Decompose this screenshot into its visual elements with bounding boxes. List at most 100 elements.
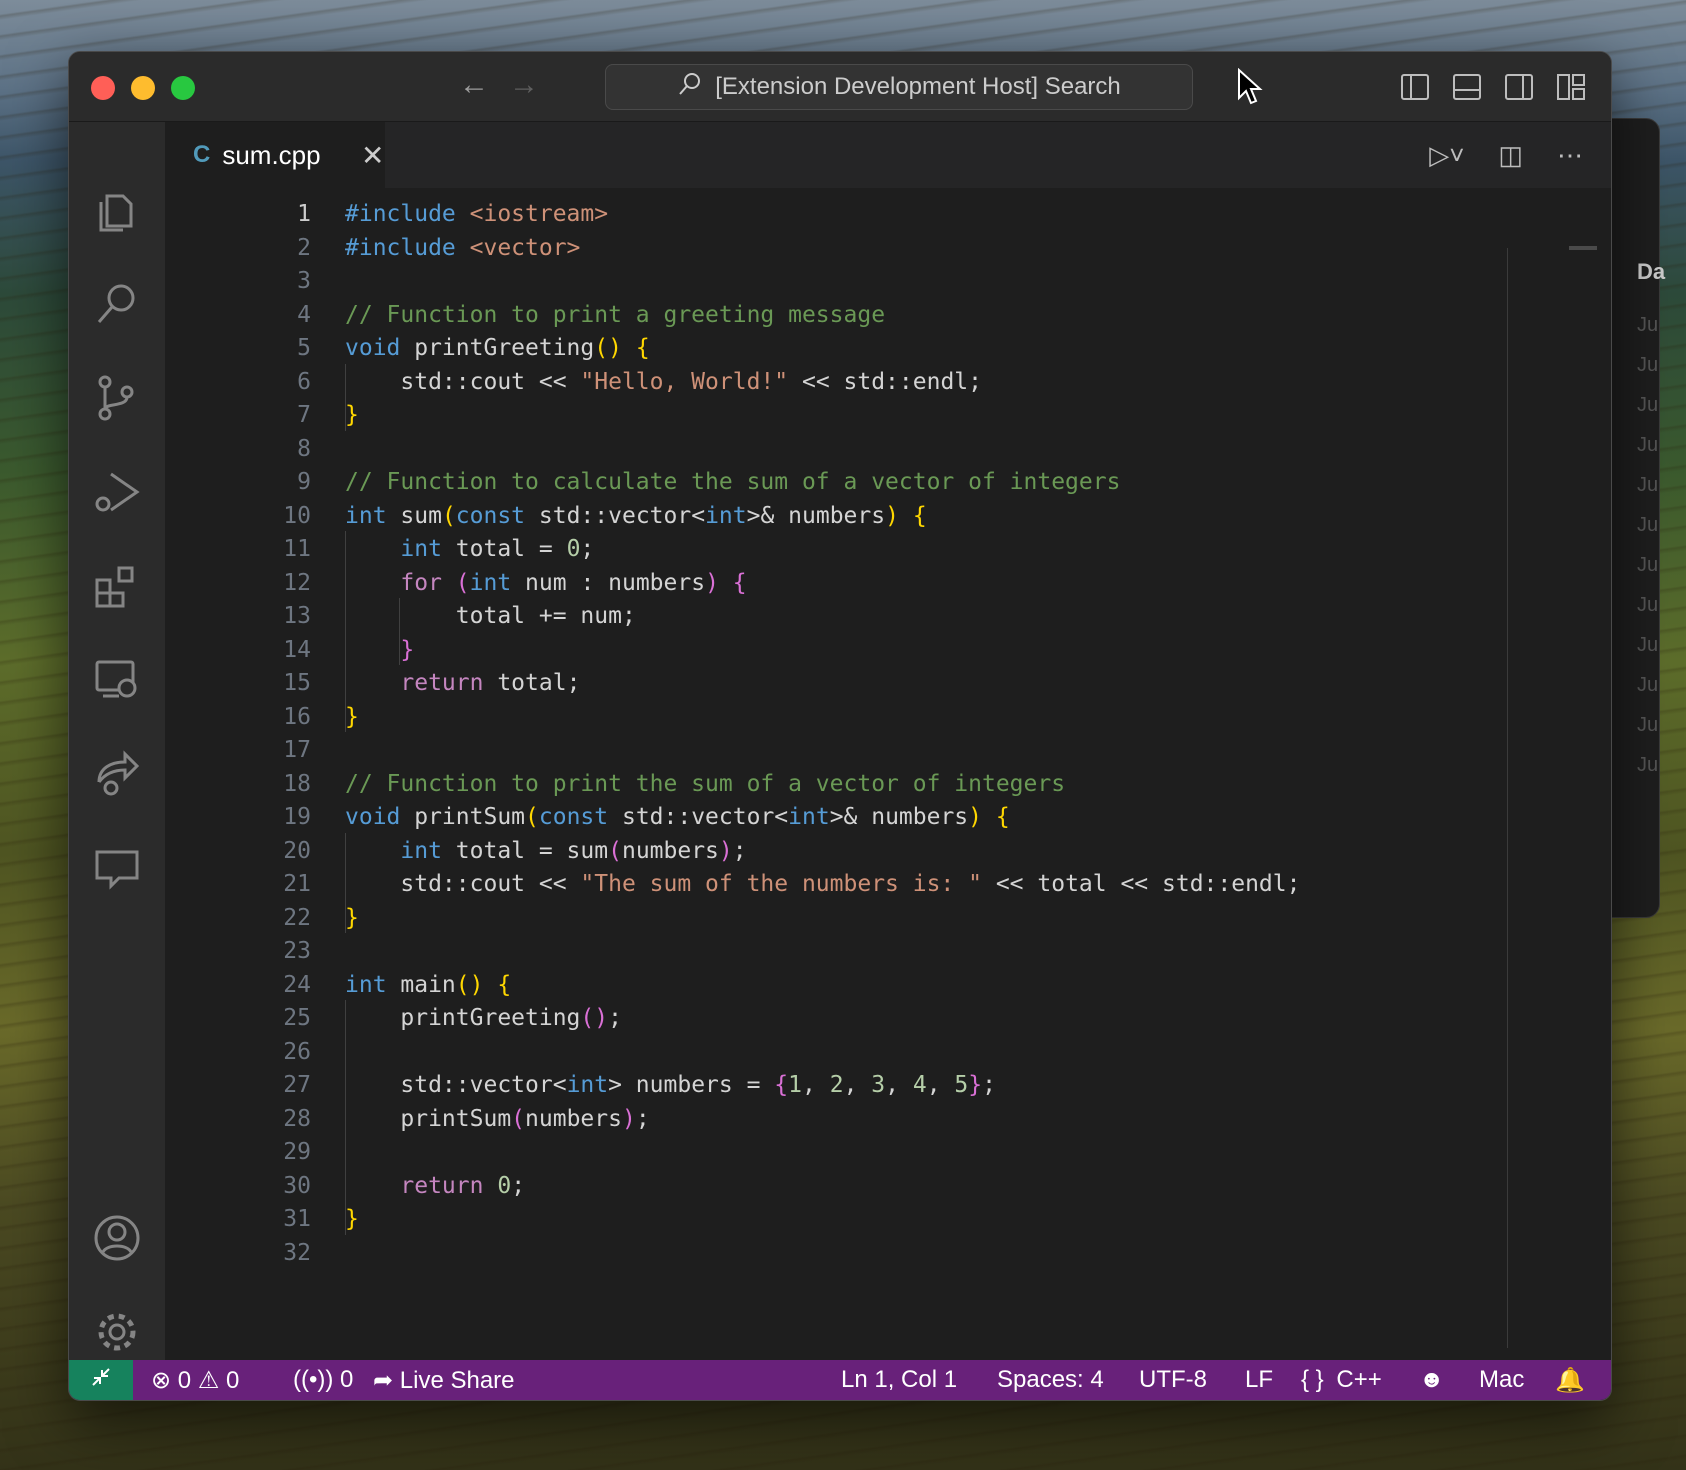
minimize-window-button[interactable] <box>131 76 155 100</box>
indent-guide <box>345 832 346 933</box>
code-line[interactable]: 12 for (int num : numbers) { <box>165 565 1605 601</box>
toggle-panel-icon[interactable] <box>1453 74 1481 100</box>
line-number: 14 <box>283 636 311 663</box>
background-window-row: Ju <box>1637 634 1659 656</box>
line-number: 16 <box>283 703 311 730</box>
problems-indicator[interactable]: ⊗ 0 ⚠ 0 <box>151 1366 239 1395</box>
profile-indicator[interactable]: Mac <box>1479 1366 1524 1394</box>
run-debug-icon[interactable]: ▷˅ <box>1429 140 1464 171</box>
code-line[interactable]: 20 int total = sum(numbers); <box>165 833 1605 869</box>
code-text: int total = sum(numbers); <box>400 837 747 864</box>
run-and-debug-icon[interactable] <box>91 466 143 518</box>
background-window-row: Ju <box>1637 474 1659 496</box>
code-line[interactable]: 9 // Function to calculate the sum of a v… <box>165 464 1605 500</box>
indent-guide <box>345 531 346 732</box>
code-line[interactable]: 28 printSum(numbers); <box>165 1101 1605 1137</box>
code-line[interactable]: 31} <box>165 1201 1605 1237</box>
code-line[interactable]: 18 // Function to print the sum of a vect… <box>165 766 1605 802</box>
code-text: #include <iostream> <box>345 201 609 227</box>
code-line[interactable]: 16} <box>165 699 1605 735</box>
code-line[interactable]: 25 printGreeting(); <box>165 1000 1605 1036</box>
cursor-position[interactable]: Ln 1, Col 1 <box>841 1366 957 1394</box>
code-editor[interactable]: 1 #include <iostream> 2 #include <vector> 3 4… <box>165 188 1611 1362</box>
live-share-icon[interactable] <box>91 748 143 800</box>
title-bar: ← → [Extension Development Host] Search <box>69 52 1611 122</box>
indentation[interactable]: Spaces: 4 <box>997 1366 1104 1394</box>
line-number: 10 <box>283 502 311 529</box>
forward-arrow-icon[interactable]: → <box>509 68 539 102</box>
code-line[interactable]: 24 int main() { <box>165 967 1605 1003</box>
gear-icon[interactable] <box>91 1306 143 1358</box>
line-number: 30 <box>283 1172 311 1199</box>
status-bar: ⊗ 0 ⚠ 0 ((•)) 0 ➦ Live Share Ln 1, Col 1… <box>69 1360 1611 1400</box>
source-control-icon[interactable] <box>91 372 143 424</box>
back-arrow-icon[interactable]: ← <box>459 68 489 102</box>
maximize-window-button[interactable] <box>171 76 195 100</box>
remote-explorer-icon[interactable] <box>91 654 143 706</box>
code-line[interactable]: 5 void printGreeting() { <box>165 330 1605 366</box>
code-line[interactable]: 8 <box>165 431 1605 467</box>
code-text: for (int num : numbers) { <box>400 569 747 596</box>
code-line[interactable]: 29 <box>165 1134 1605 1170</box>
line-number: 1 <box>297 201 311 227</box>
accounts-icon[interactable] <box>91 1212 143 1264</box>
customize-layout-icon[interactable] <box>1557 74 1585 100</box>
code-line[interactable]: 22} <box>165 900 1605 936</box>
code-text: } <box>345 703 359 730</box>
code-line[interactable]: 23 <box>165 933 1605 969</box>
code-line[interactable]: 13 total += num; <box>165 598 1605 634</box>
code-line[interactable]: 7} <box>165 397 1605 433</box>
line-number: 20 <box>283 837 311 864</box>
live-share-status[interactable]: ➦ Live Share <box>373 1366 515 1395</box>
line-number: 29 <box>283 1139 311 1165</box>
code-line[interactable]: 6 std::cout << "Hello, World!" << std::e… <box>165 364 1605 400</box>
encoding[interactable]: UTF-8 <box>1139 1366 1207 1394</box>
code-text: } <box>345 402 359 428</box>
search-icon[interactable] <box>91 278 143 330</box>
bell-icon[interactable]: 🔔 <box>1555 1366 1585 1395</box>
end-of-line[interactable]: LF <box>1245 1366 1273 1394</box>
warning-icon: ⚠ <box>197 1367 220 1394</box>
copilot-icon[interactable]: ☻ <box>1419 1366 1444 1394</box>
code-line[interactable]: 2 #include <vector> <box>165 230 1605 266</box>
remote-indicator[interactable] <box>69 1360 133 1400</box>
code-line[interactable]: 21 std::cout << "The sum of the numbers … <box>165 866 1605 902</box>
more-actions-icon[interactable]: ⋯ <box>1557 140 1583 171</box>
code-line[interactable]: 27 std::vector<int> numbers = {1, 2, 3, … <box>165 1067 1605 1103</box>
split-editor-icon[interactable]: ◫ <box>1498 140 1523 171</box>
code-text: printSum(numbers); <box>345 1105 650 1132</box>
close-window-button[interactable] <box>91 76 115 100</box>
line-number: 18 <box>283 770 311 797</box>
toggle-primary-sidebar-icon[interactable] <box>1401 74 1429 100</box>
code-line[interactable]: 10 int sum(const std::vector<int>& number… <box>165 498 1605 534</box>
line-number: 12 <box>283 569 311 596</box>
code-text: int sum(const std::vector<int>& numbers)… <box>345 502 927 529</box>
code-line[interactable]: 3 <box>165 263 1605 299</box>
ports-indicator[interactable]: ((•)) 0 <box>293 1366 353 1394</box>
line-number: 4 <box>297 301 311 328</box>
line-number: 25 <box>283 1005 311 1031</box>
tab-sum-cpp[interactable]: C sum.cpp ✕ <box>165 122 385 188</box>
code-line[interactable]: 15 return total; <box>165 665 1605 701</box>
code-line[interactable]: 14 } <box>165 632 1605 668</box>
code-line[interactable]: 26 <box>165 1034 1605 1070</box>
line-number: 21 <box>283 871 311 897</box>
explorer-icon[interactable] <box>91 184 143 236</box>
extensions-icon[interactable] <box>91 560 143 612</box>
live-share-status-icon: ➦ <box>373 1367 394 1394</box>
code-line[interactable]: 17 <box>165 732 1605 768</box>
background-window-row: Ju <box>1637 714 1659 736</box>
code-text: } <box>400 636 415 663</box>
comments-icon[interactable] <box>91 842 143 894</box>
code-line[interactable]: 19 void printSum(const std::vector<int>& … <box>165 799 1605 835</box>
code-line[interactable]: 11 int total = 0; <box>165 531 1605 567</box>
line-number: 27 <box>283 1072 311 1098</box>
close-icon[interactable]: ✕ <box>361 139 384 172</box>
toggle-secondary-sidebar-icon[interactable] <box>1505 74 1533 100</box>
code-line[interactable]: 30 return 0; <box>165 1168 1605 1204</box>
command-center-search[interactable]: [Extension Development Host] Search <box>605 64 1193 110</box>
code-line[interactable]: 32 <box>165 1235 1605 1271</box>
language-mode[interactable]: { } C++ <box>1301 1366 1382 1394</box>
code-line[interactable]: 1 #include <iostream> <box>165 196 1605 232</box>
code-line[interactable]: 4 // Function to print a greeting message <box>165 297 1605 333</box>
